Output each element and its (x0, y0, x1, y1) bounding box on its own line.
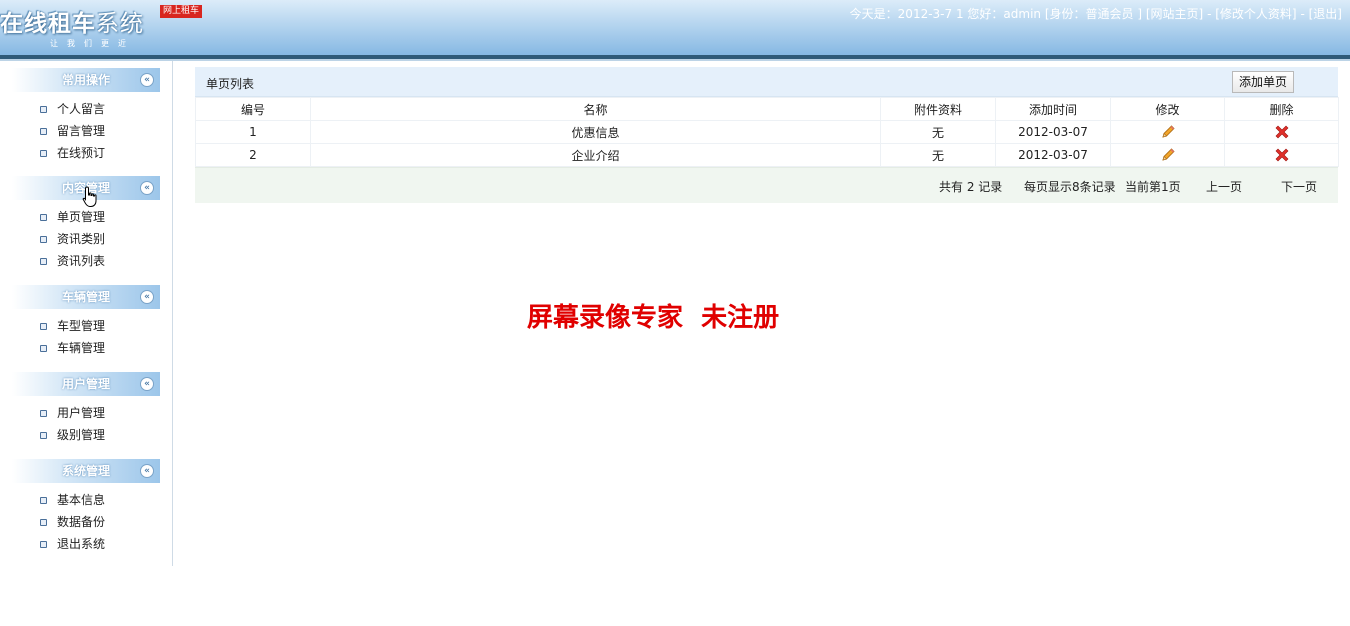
cell-edit (1110, 120, 1225, 144)
sidebar-item-exit-system[interactable]: 退出系统 (12, 533, 160, 555)
greeting-text: 您好：admin (967, 7, 1042, 21)
cell-attachment: 无 (880, 143, 996, 167)
table-header-row: 编号 名称 附件资料 添加时间 修改 删除 (195, 97, 1339, 121)
pager-current: 当前第1页 (1125, 180, 1181, 194)
menu-head-common[interactable]: 常用操作 « (12, 68, 160, 92)
menu-head-system[interactable]: 系统管理 « (12, 459, 160, 483)
pagination-bar: 共有 2 记录 每页显示8条记录 当前第1页 上一页 下一页 (195, 167, 1338, 203)
home-link[interactable]: [网站主页] (1146, 5, 1203, 22)
sidebar: 常用操作« 个人留言 留言管理 在线预订 内容管理« 单页管理 资讯类别 资讯列… (0, 61, 173, 566)
slogan: 让我们更近 (50, 39, 135, 48)
sidebar-item-basic-info[interactable]: 基本信息 (12, 489, 160, 511)
cell-date: 2012-03-07 (995, 120, 1111, 144)
sidebar-item-data-backup[interactable]: 数据备份 (12, 511, 160, 533)
table-row: 1 优惠信息 无 2012-03-07 (195, 120, 1339, 144)
hand-cursor-icon (82, 186, 97, 207)
column-header-id: 编号 (195, 97, 311, 121)
menu-head-label: 车辆管理 (61, 290, 110, 304)
main-panel: 单页列表 添加单页 编号 名称 附件资料 添加时间 修改 删除 1 优惠信息 无… (195, 67, 1339, 203)
logo-badge: 网上租车 (160, 5, 203, 18)
column-header-edit: 修改 (1110, 97, 1225, 121)
collapse-icon[interactable]: « (140, 377, 154, 391)
delete-x-icon[interactable] (1274, 124, 1290, 140)
sidebar-item-vehicle-manage[interactable]: 车辆管理 (12, 337, 160, 359)
cell-attachment: 无 (880, 120, 996, 144)
sidebar-item-personal-message[interactable]: 个人留言 (12, 98, 160, 120)
top-info: 今天是：2012-3-7 1 您好：admin [身份：普通会员 ] [网站主页… (850, 5, 1342, 22)
cell-date: 2012-03-07 (995, 143, 1111, 167)
panel-header: 单页列表 添加单页 (195, 67, 1338, 97)
role-text: [身份：普通会员 ] (1044, 7, 1143, 21)
menu-head-label: 用户管理 (61, 377, 110, 391)
sidebar-item-news-category[interactable]: 资讯类别 (12, 228, 160, 250)
column-header-delete: 删除 (1224, 97, 1339, 121)
menu-group-user: 用户管理 « 用户管理 级别管理 (12, 372, 160, 446)
separator: - (1207, 7, 1212, 21)
sidebar-item-news-list[interactable]: 资讯列表 (12, 250, 160, 272)
header: 在线租车系统 网上租车 让我们更近 今天是：2012-3-7 1 您好：admi… (0, 0, 1350, 55)
add-page-button[interactable]: 添加单页 (1231, 71, 1294, 93)
cell-id: 1 (195, 120, 311, 144)
cell-edit (1110, 143, 1225, 167)
collapse-icon[interactable]: « (140, 73, 154, 87)
logo-thin-text: 系统 (96, 11, 144, 37)
date-text: 今天是：2012-3-7 1 (849, 7, 964, 21)
sidebar-item-page-manage[interactable]: 单页管理 (12, 206, 160, 228)
column-header-name: 名称 (310, 97, 881, 121)
column-header-date: 添加时间 (995, 97, 1111, 121)
cell-name: 企业介绍 (310, 143, 881, 167)
cell-delete (1224, 143, 1339, 167)
pencil-icon[interactable] (1160, 147, 1176, 163)
delete-x-icon[interactable] (1274, 147, 1290, 163)
collapse-icon[interactable]: « (140, 181, 154, 195)
edit-profile-link[interactable]: [修改个人资料] (1215, 5, 1296, 22)
menu-head-label: 常用操作 (61, 73, 110, 87)
menu-head-vehicle[interactable]: 车辆管理 « (12, 285, 160, 309)
page-table: 编号 名称 附件资料 添加时间 修改 删除 1 优惠信息 无 2012-03-0… (195, 97, 1339, 167)
menu-head-label: 系统管理 (61, 464, 110, 478)
sidebar-item-level-manage[interactable]: 级别管理 (12, 424, 160, 446)
collapse-icon[interactable]: « (140, 464, 154, 478)
menu-head-user[interactable]: 用户管理 « (12, 372, 160, 396)
pager-total: 共有 2 记录 (939, 180, 1003, 194)
collapse-icon[interactable]: « (140, 290, 154, 304)
column-header-attachment: 附件资料 (880, 97, 996, 121)
pager-per-page: 每页显示8条记录 (1024, 180, 1116, 194)
watermark-text: 屏幕录像专家 未注册 (527, 303, 780, 333)
header-divider-light (0, 59, 1350, 61)
next-page-link[interactable]: 下一页 (1281, 178, 1317, 195)
sidebar-item-user-manage[interactable]: 用户管理 (12, 402, 160, 424)
menu-group-common: 常用操作 « 个人留言 留言管理 在线预订 (12, 68, 160, 164)
logo-main-text: 在线租车 (0, 11, 96, 37)
cell-delete (1224, 120, 1339, 144)
table-row: 2 企业介绍 无 2012-03-07 (195, 143, 1339, 167)
logo: 在线租车系统 (0, 4, 144, 38)
sidebar-item-message-manage[interactable]: 留言管理 (12, 120, 160, 142)
cell-name: 优惠信息 (310, 120, 881, 144)
logout-link[interactable]: [退出] (1309, 5, 1342, 22)
menu-group-vehicle: 车辆管理 « 车型管理 车辆管理 (12, 285, 160, 359)
menu-group-system: 系统管理 « 基本信息 数据备份 退出系统 (12, 459, 160, 555)
prev-page-link[interactable]: 上一页 (1206, 178, 1242, 195)
sidebar-item-online-booking[interactable]: 在线预订 (12, 142, 160, 164)
sidebar-item-model-manage[interactable]: 车型管理 (12, 315, 160, 337)
page-title: 单页列表 (206, 77, 255, 91)
pencil-icon[interactable] (1160, 124, 1176, 140)
separator: - (1300, 7, 1305, 21)
cell-id: 2 (195, 143, 311, 167)
